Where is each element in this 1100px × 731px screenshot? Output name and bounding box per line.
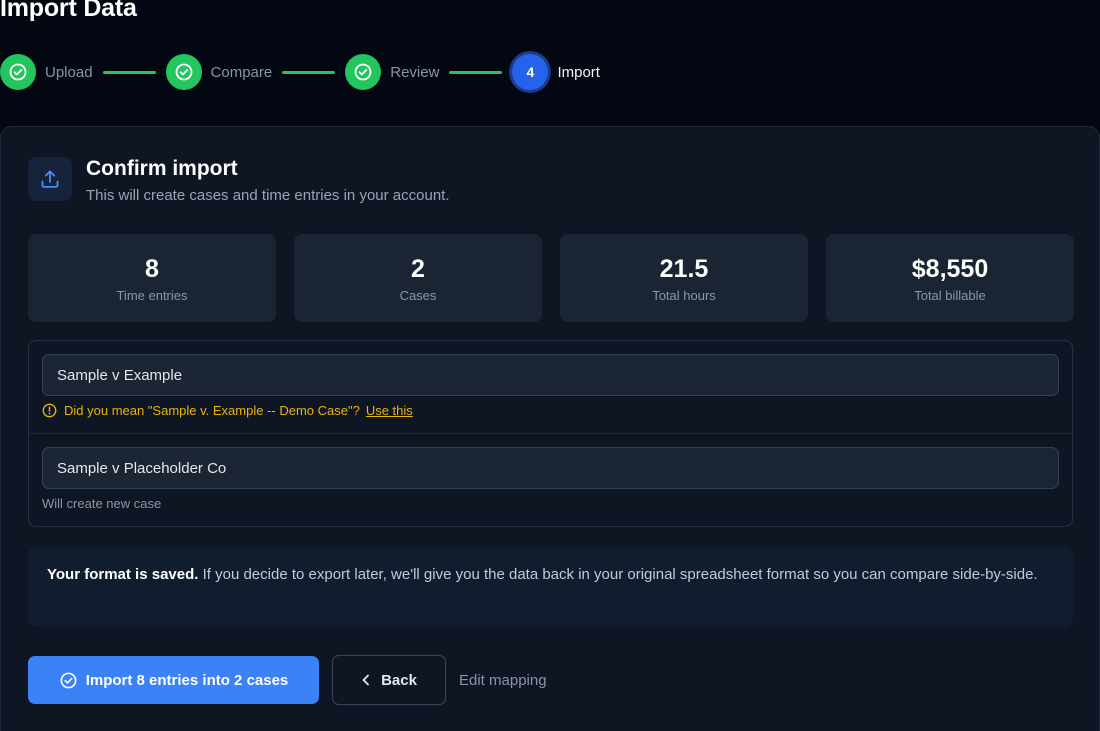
page-title: Import Data — [0, 0, 137, 22]
notice-bold: Your format is saved. — [47, 566, 199, 583]
confirm-title: Confirm import — [86, 157, 238, 180]
back-button-label: Back — [381, 671, 417, 689]
case-name-field[interactable]: Sample v Placeholder Co — [42, 447, 1059, 489]
stat-value: 21.5 — [659, 254, 709, 283]
use-this-link[interactable]: Use this — [366, 403, 413, 418]
import-button[interactable]: Import 8 entries into 2 cases — [28, 656, 319, 704]
step-import: 4 Import — [512, 54, 600, 90]
check-circle-icon — [0, 54, 36, 90]
stat-label: Total billable — [914, 287, 986, 303]
step-label: Upload — [45, 63, 93, 81]
stat-cases: 2 Cases — [294, 234, 542, 322]
notice-text: If you decide to export later, we'll giv… — [198, 566, 1038, 583]
import-button-label: Import 8 entries into 2 cases — [85, 671, 289, 689]
stats-row: 8 Time entries 2 Cases 21.5 Total hours … — [28, 234, 1074, 322]
actions-row: Import 8 entries into 2 cases Back Edit … — [28, 655, 547, 705]
step-review[interactable]: Review — [345, 54, 439, 90]
chevron-left-icon — [361, 674, 371, 686]
check-circle-icon — [165, 54, 202, 90]
step-label: Review — [390, 63, 440, 81]
stat-value: $8,550 — [911, 254, 989, 283]
stat-label: Total hours — [652, 287, 716, 303]
upload-icon — [28, 157, 72, 201]
stat-value: 2 — [411, 254, 425, 283]
stat-total-billable: $8,550 Total billable — [826, 234, 1074, 322]
suggestion-text: Did you mean "Sample v. Example -- Demo … — [64, 403, 360, 418]
stepper: Upload Compare Review 4 Import — [0, 54, 600, 90]
step-connector — [449, 70, 503, 74]
case-suggestion: Did you mean "Sample v. Example -- Demo … — [42, 403, 413, 418]
step-compare[interactable]: Compare — [165, 54, 273, 90]
step-number: 4 — [512, 54, 549, 90]
warning-circle-icon — [42, 403, 57, 418]
step-label: Compare — [210, 63, 273, 81]
stat-value: 8 — [145, 254, 159, 283]
cases-list: Sample v Example Did you mean "Sample v.… — [28, 340, 1073, 527]
stat-total-hours: 21.5 Total hours — [560, 234, 808, 322]
new-case-note: Will create new case — [42, 496, 162, 511]
back-button[interactable]: Back — [332, 655, 446, 705]
stat-label: Time entries — [116, 287, 188, 303]
step-connector — [282, 70, 336, 74]
format-saved-notice: Your format is saved. If you decide to e… — [28, 547, 1073, 627]
divider — [29, 433, 1072, 434]
edit-mapping-link[interactable]: Edit mapping — [459, 672, 547, 689]
case-name-field[interactable]: Sample v Example — [42, 354, 1059, 396]
stat-label: Cases — [399, 287, 437, 303]
step-connector — [102, 70, 156, 74]
step-label: Import — [557, 63, 600, 81]
step-upload[interactable]: Upload — [0, 54, 93, 90]
confirm-subtitle: This will create cases and time entries … — [86, 187, 450, 204]
confirm-import-card: Confirm import This will create cases an… — [0, 126, 1100, 731]
check-circle-icon — [59, 671, 78, 690]
stat-time-entries: 8 Time entries — [28, 234, 276, 322]
check-circle-icon — [345, 54, 382, 90]
